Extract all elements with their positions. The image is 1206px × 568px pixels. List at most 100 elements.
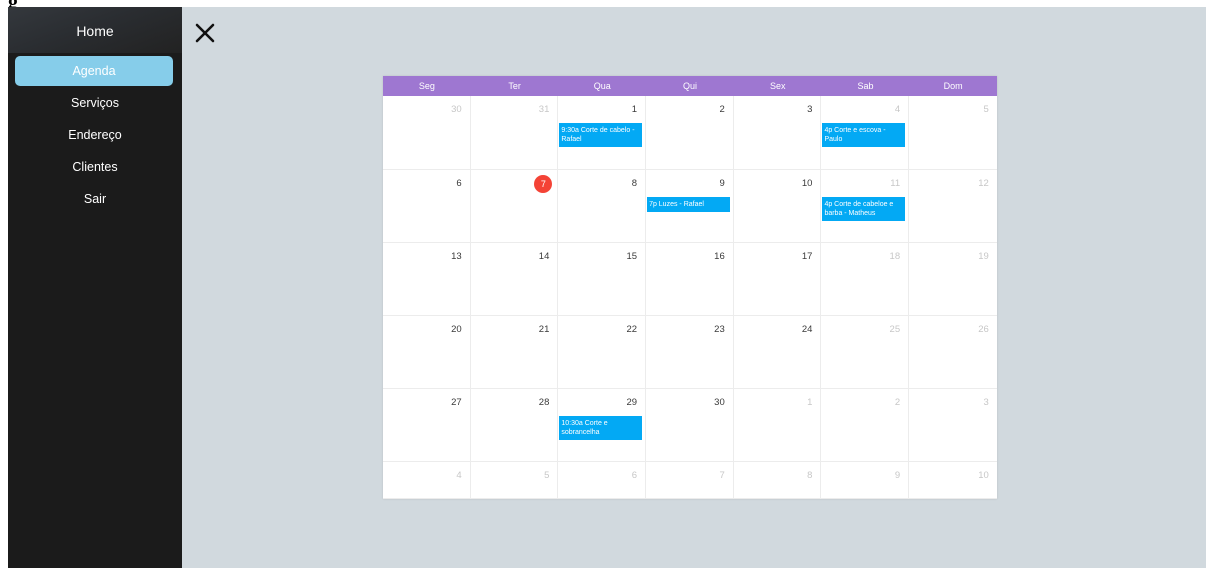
- today-marker: 7: [534, 175, 553, 193]
- calendar-day-cell[interactable]: 16: [646, 243, 734, 315]
- sidebar-home-link[interactable]: Home: [8, 23, 182, 39]
- weekday-label: Sex: [769, 81, 786, 91]
- day-number: 17: [801, 251, 813, 262]
- calendar-day-cell[interactable]: 9: [821, 462, 910, 498]
- calendar-day-cell[interactable]: 30: [646, 389, 734, 461]
- calendar-event[interactable]: 4p Corte de cabeloe e barba - Matheus: [822, 197, 906, 221]
- calendar-day-cell[interactable]: 6: [558, 462, 647, 498]
- calendar-day-cell[interactable]: 2: [821, 389, 910, 461]
- weekday-label: Dom: [943, 81, 963, 91]
- calendar-week-row: 27 28 29 10:30a Corte e sobrancelha 30 1 2 3: [383, 389, 997, 462]
- calendar-day-cell[interactable]: 31: [471, 96, 559, 169]
- calendar-week-row: 6 7 8 9 7p Luzes - Rafael 10 11 4p Corte de cab…: [383, 170, 997, 243]
- day-number: 2: [894, 397, 901, 408]
- sidebar-item-endereco[interactable]: Endereço: [8, 128, 182, 142]
- calendar-week-row: 30 31 1 9:30a Corte de cabelo - Rafael 2 3 4 4p…: [383, 96, 997, 170]
- calendar-day-cell[interactable]: 24: [734, 316, 822, 388]
- day-number: 10: [801, 178, 813, 189]
- day-number: 24: [801, 324, 813, 335]
- day-number: 4: [894, 104, 901, 115]
- calendar-day-cell[interactable]: 10: [734, 170, 822, 242]
- calendar-day-cell[interactable]: 4: [383, 462, 471, 498]
- calendar-day-cell[interactable]: 21: [471, 316, 559, 388]
- day-number: 30: [714, 397, 725, 408]
- calendar-event[interactable]: 7p Luzes - Rafael: [647, 197, 731, 212]
- calendar-day-cell[interactable]: 29 10:30a Corte e sobrancelha: [558, 389, 647, 461]
- day-number: 10: [978, 470, 989, 481]
- calendar-week-row: 20 21 22 23 24 25 26: [383, 316, 997, 389]
- day-number: 12: [978, 178, 989, 189]
- calendar-day-cell[interactable]: 2: [646, 96, 734, 169]
- calendar-day-cell[interactable]: 15: [558, 243, 647, 315]
- calendar-grid: 30 31 1 9:30a Corte de cabelo - Rafael 2 3 4 4p…: [383, 96, 997, 499]
- calendar-day-cell[interactable]: 14: [471, 243, 559, 315]
- calendar-day-cell[interactable]: 28: [471, 389, 559, 461]
- day-number: 30: [451, 104, 462, 115]
- day-number: 21: [538, 324, 550, 335]
- calendar-day-cell[interactable]: 23: [646, 316, 734, 388]
- calendar-day-cell[interactable]: 1: [734, 389, 822, 461]
- calendar-day-cell[interactable]: 26: [909, 316, 997, 388]
- calendar-day-cell[interactable]: 7: [471, 170, 559, 242]
- day-number: 5: [983, 104, 989, 115]
- calendar-day-cell[interactable]: 1 9:30a Corte de cabelo - Rafael: [558, 96, 647, 169]
- calendar-event[interactable]: 10:30a Corte e sobrancelha: [559, 416, 643, 440]
- calendar-week-row: 4 5 6 7 8 9 10: [383, 462, 997, 499]
- day-number: 3: [807, 104, 813, 115]
- sidebar-item-agenda[interactable]: Agenda: [15, 56, 173, 86]
- day-number: 6: [631, 470, 638, 481]
- sidebar-item-sair[interactable]: Sair: [8, 192, 182, 206]
- day-number: 19: [978, 251, 989, 262]
- calendar-day-cell[interactable]: 6: [383, 170, 471, 242]
- calendar-day-cell[interactable]: 9 7p Luzes - Rafael: [646, 170, 734, 242]
- calendar-day-cell[interactable]: 20: [383, 316, 471, 388]
- day-number: 7: [719, 470, 725, 481]
- calendar-day-cell[interactable]: 8: [734, 462, 822, 498]
- day-number: 20: [451, 324, 462, 335]
- day-number: 29: [626, 397, 638, 408]
- calendar-day-cell[interactable]: 5: [471, 462, 559, 498]
- day-number: 11: [890, 178, 901, 189]
- calendar-day-cell[interactable]: 5: [909, 96, 997, 169]
- day-number: 28: [538, 397, 550, 408]
- weekday-label: Sab: [857, 81, 874, 91]
- calendar-day-cell[interactable]: 18: [821, 243, 910, 315]
- day-number: 8: [807, 470, 813, 481]
- day-number: 5: [544, 470, 550, 481]
- day-number: 26: [978, 324, 989, 335]
- day-number: 8: [631, 178, 638, 189]
- calendar-day-cell[interactable]: 13: [383, 243, 471, 315]
- calendar-day-cell[interactable]: 22: [558, 316, 647, 388]
- day-number: 18: [889, 251, 901, 262]
- day-number: 31: [538, 104, 550, 115]
- calendar-day-cell[interactable]: 11 4p Corte de cabeloe e barba - Matheus: [821, 170, 910, 242]
- weekday-label: Seg: [418, 81, 435, 91]
- close-icon: [195, 23, 215, 43]
- day-number: 9: [894, 470, 901, 481]
- calendar-day-cell[interactable]: 10: [909, 462, 997, 498]
- day-number: 1: [807, 397, 813, 408]
- day-number: 13: [451, 251, 462, 262]
- calendar-event[interactable]: 9:30a Corte de cabelo - Rafael: [559, 123, 643, 147]
- sidebar-item-servicos[interactable]: Serviços: [8, 96, 182, 110]
- day-number: 16: [714, 251, 725, 262]
- calendar-event[interactable]: 4p Corte e escova - Paulo: [822, 123, 906, 147]
- calendar-day-cell[interactable]: 4 4p Corte e escova - Paulo: [821, 96, 910, 169]
- close-button[interactable]: [190, 18, 220, 48]
- calendar-day-cell[interactable]: 19: [909, 243, 997, 315]
- day-number: 14: [538, 251, 550, 262]
- sidebar: Home Agenda Serviços Endereço Clientes S…: [8, 7, 182, 568]
- calendar-day-cell[interactable]: 25: [821, 316, 910, 388]
- calendar-day-cell[interactable]: 12: [909, 170, 997, 242]
- calendar-day-cell[interactable]: 27: [383, 389, 471, 461]
- day-number: 15: [626, 251, 638, 262]
- calendar-day-cell[interactable]: 3: [734, 96, 822, 169]
- calendar-day-cell[interactable]: 17: [734, 243, 822, 315]
- calendar-day-cell[interactable]: 3: [909, 389, 997, 461]
- sidebar-item-clientes[interactable]: Clientes: [8, 160, 182, 174]
- calendar-week-row: 13 14 15 16 17 18 19: [383, 243, 997, 316]
- calendar-day-cell[interactable]: 8: [558, 170, 647, 242]
- calendar-day-cell[interactable]: 7: [646, 462, 734, 498]
- calendar-day-cell[interactable]: 30: [383, 96, 471, 169]
- day-number: 25: [889, 324, 901, 335]
